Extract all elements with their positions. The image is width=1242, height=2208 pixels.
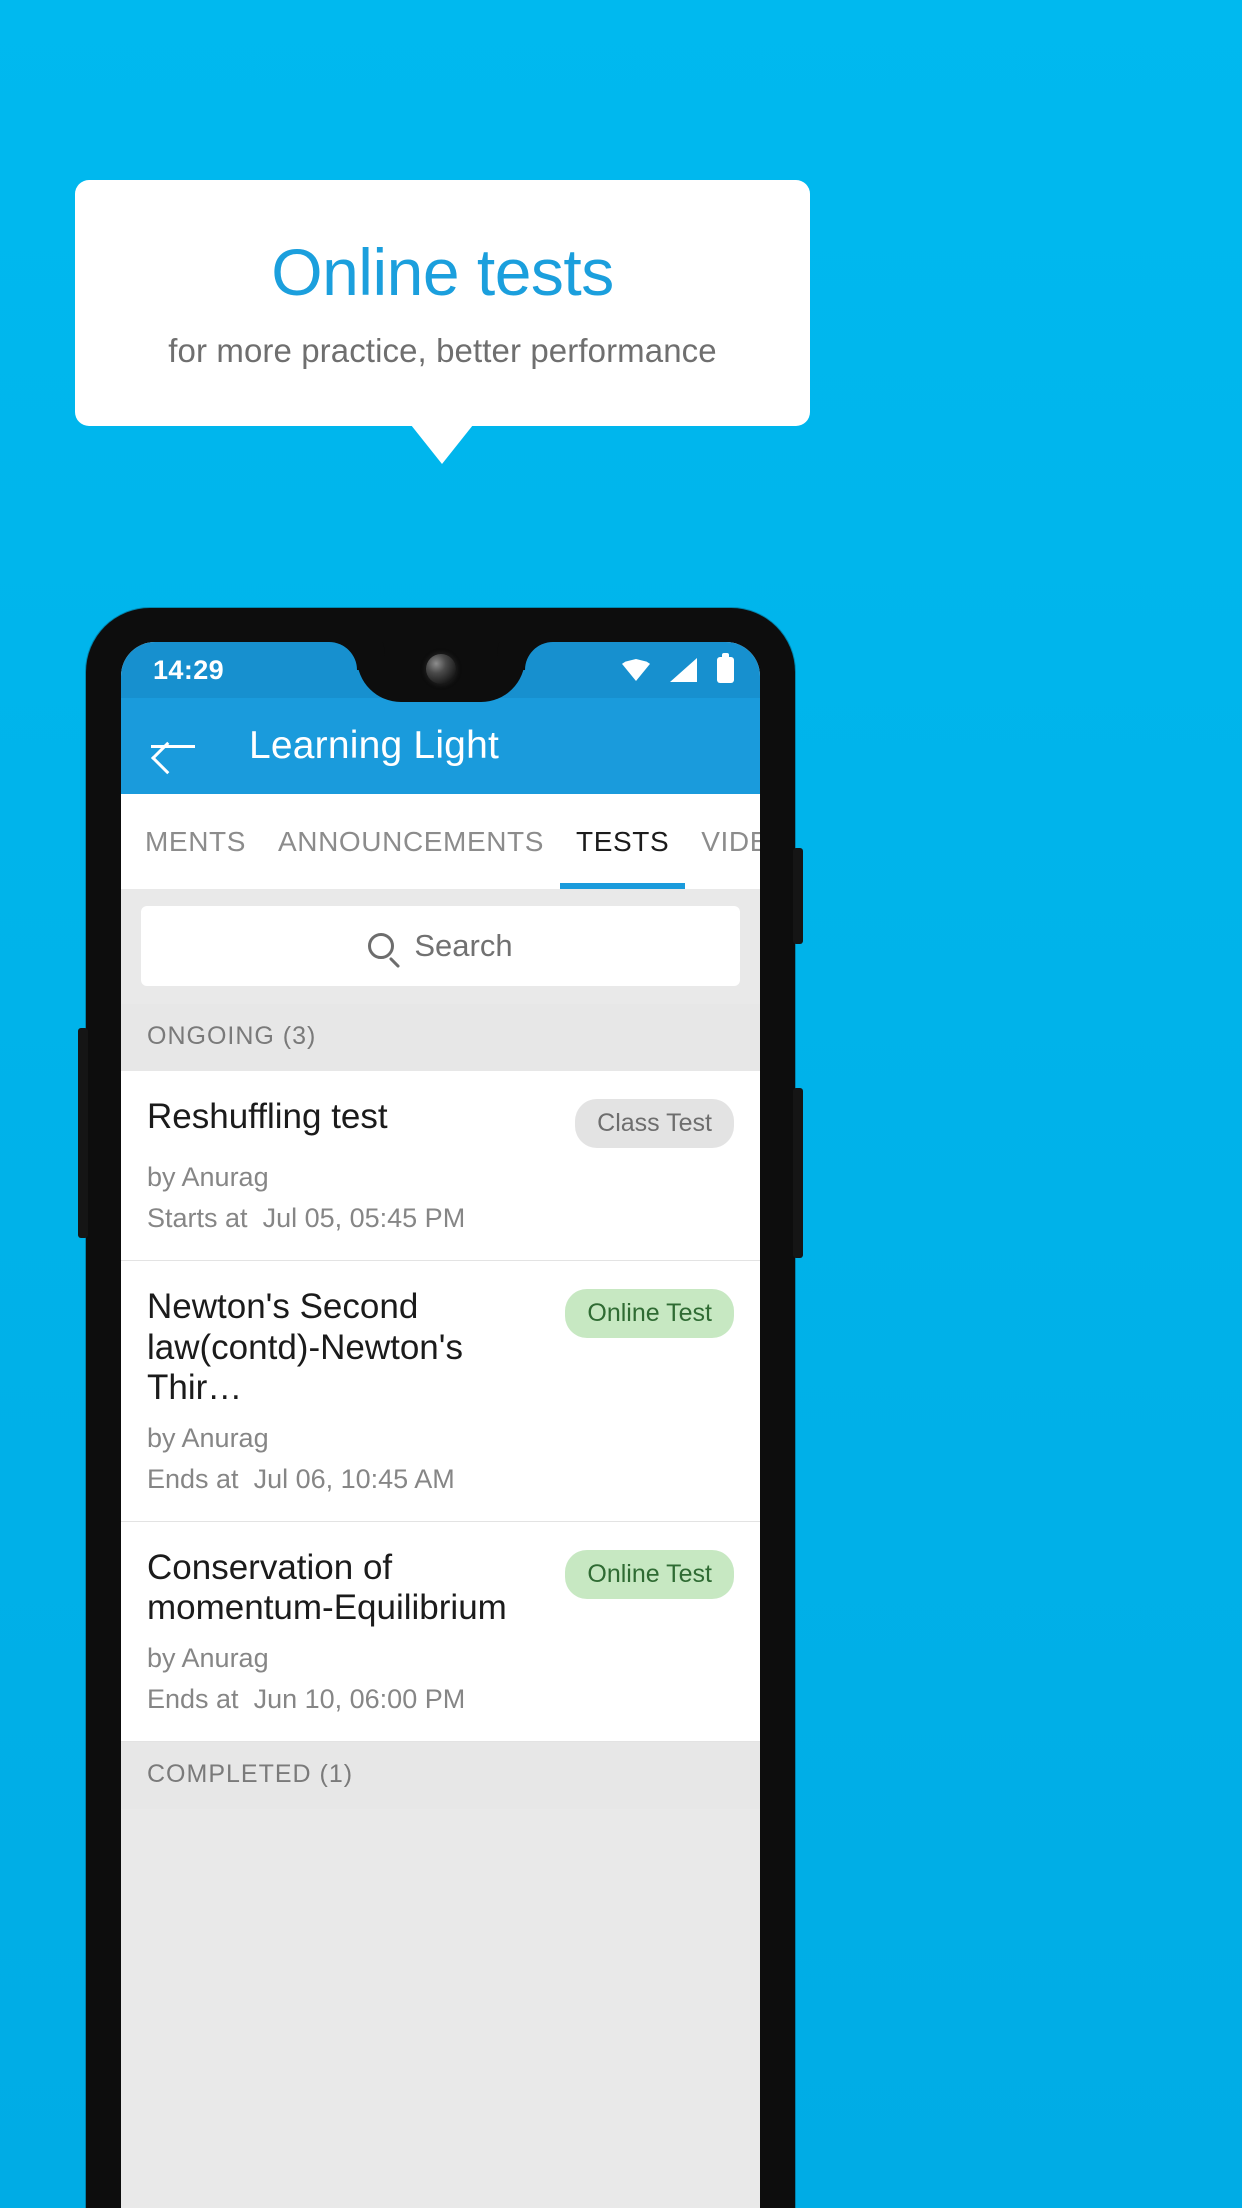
test-schedule: Ends at Jun 10, 06:00 PM (147, 1684, 734, 1715)
status-badge: Online Test (565, 1549, 734, 1599)
test-schedule-label: Ends at (147, 1463, 239, 1494)
tab-bar: MENTS ANNOUNCEMENTS TESTS VIDEOS (121, 794, 760, 889)
status-time: 14:29 (153, 654, 225, 685)
app-bar: Learning Light (121, 698, 760, 794)
wifi-icon (622, 659, 650, 681)
page-title: Learning Light (249, 724, 499, 767)
tab-videos[interactable]: VIDEOS (685, 794, 760, 889)
section-header-ongoing: ONGOING (3) (121, 1004, 760, 1071)
promo-card-tail (411, 425, 473, 464)
phone-device: 14:29 Learning Light MENTS ANNOUNCEMENTS… (78, 608, 803, 2208)
tab-announcements[interactable]: ANNOUNCEMENTS (262, 794, 560, 889)
search-container: Search (121, 889, 760, 1004)
list-item[interactable]: Reshuffling test Class Test by Anurag St… (121, 1071, 760, 1261)
tab-tests[interactable]: TESTS (560, 794, 686, 889)
tab-assignments[interactable]: MENTS (121, 794, 262, 889)
test-schedule-value: Jul 05, 05:45 PM (262, 1203, 466, 1233)
signal-icon (670, 658, 697, 682)
phone-power-button[interactable] (793, 848, 803, 944)
phone-screen: 14:29 Learning Light MENTS ANNOUNCEMENTS… (121, 642, 760, 2208)
battery-icon (717, 653, 734, 683)
status-badge: Online Test (565, 1289, 734, 1338)
back-arrow-icon[interactable] (151, 729, 195, 763)
test-schedule: Starts at Jul 05, 05:45 PM (147, 1203, 734, 1234)
test-schedule: Ends at Jul 06, 10:45 AM (147, 1464, 734, 1495)
test-author: by Anurag (147, 1642, 269, 1673)
search-icon (368, 933, 395, 959)
test-schedule-label: Starts at (147, 1203, 248, 1233)
status-bar: 14:29 (121, 642, 760, 702)
test-title: Conservation of momentum-Equilibrium (147, 1547, 507, 1628)
test-schedule-value: Jul 06, 10:45 AM (253, 1463, 455, 1494)
tests-content: Search ONGOING (3) Reshuffling test Clas… (121, 889, 760, 2208)
list-item[interactable]: Conservation of momentum-Equilibrium Onl… (121, 1521, 760, 1742)
test-schedule-value: Jun 10, 06:00 PM (253, 1683, 466, 1714)
promo-subtitle: for more practice, better performance (168, 332, 717, 370)
test-title: Reshuffling test (147, 1097, 388, 1136)
search-input[interactable]: Search (141, 906, 740, 986)
promo-title: Online tests (271, 234, 614, 309)
test-title: Newton's Second law(contd)-Newton's Thir… (147, 1287, 463, 1408)
section-header-completed: COMPLETED (1) (121, 1741, 760, 1809)
status-icons (622, 653, 734, 683)
list-item[interactable]: Newton's Second law(contd)-Newton's Thir… (121, 1261, 760, 1522)
test-author: by Anurag (147, 1422, 269, 1453)
front-camera-icon (425, 654, 456, 684)
status-badge: Class Test (575, 1099, 734, 1148)
phone-side-button[interactable] (793, 1088, 803, 1258)
test-author: by Anurag (147, 1162, 269, 1192)
phone-volume-button[interactable] (78, 1028, 88, 1238)
promo-card: Online tests for more practice, better p… (75, 180, 810, 426)
search-placeholder: Search (414, 928, 513, 963)
test-schedule-label: Ends at (147, 1683, 239, 1714)
